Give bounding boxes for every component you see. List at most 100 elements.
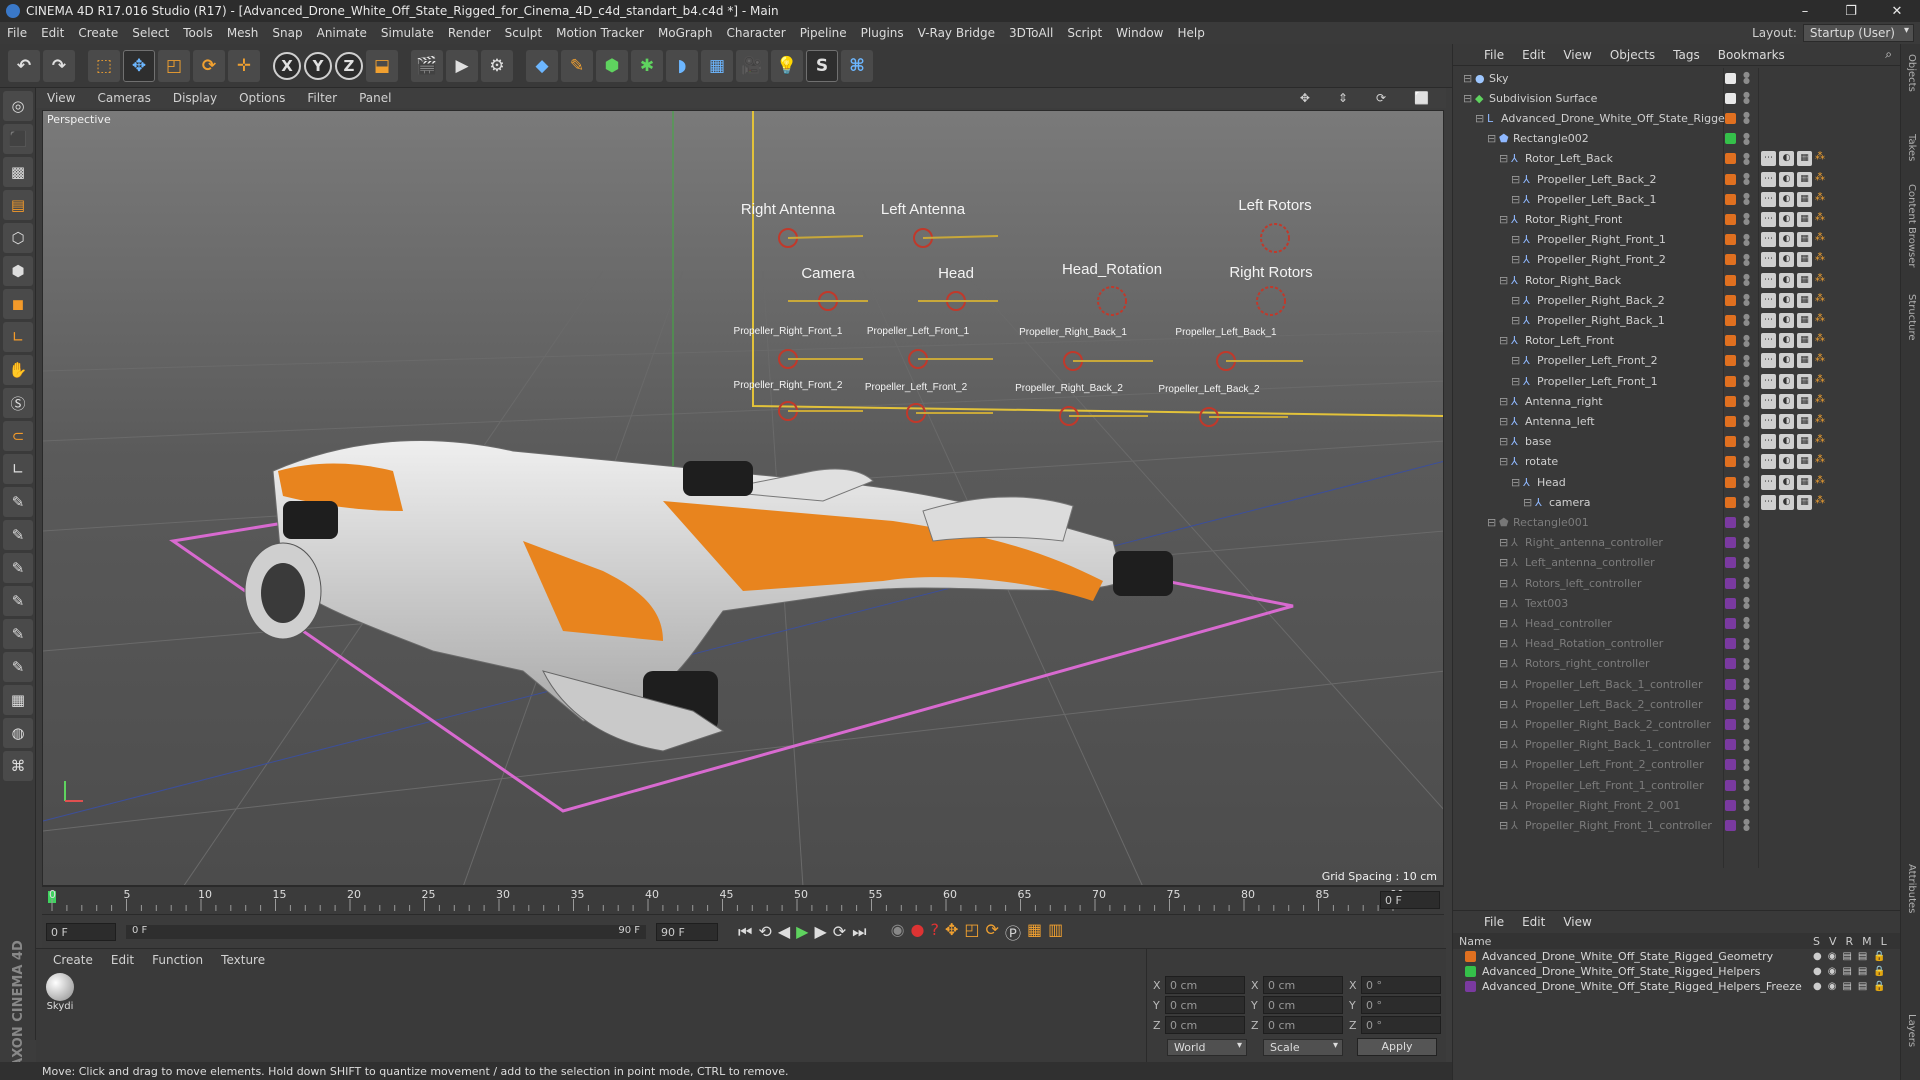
menu-edit[interactable]: Edit	[34, 26, 71, 40]
coord-field[interactable]: 0 °	[1361, 976, 1441, 994]
menu-help[interactable]: Help	[1170, 26, 1211, 40]
x-axis-lock-icon[interactable]: X	[273, 51, 301, 80]
objects-menu-objects[interactable]: Objects	[1601, 48, 1664, 62]
expand-toggle-icon[interactable]: ⊟	[1499, 153, 1510, 164]
end-frame-field[interactable]: 90 F	[656, 922, 718, 941]
visibility-dots-icon[interactable]: ● ●	[1743, 616, 1750, 630]
ik-tag-icon[interactable]: ⁂	[1815, 353, 1825, 368]
layer-row[interactable]: Advanced_Drone_White_Off_State_Rigged_He…	[1453, 979, 1900, 994]
material-menu-create[interactable]: Create	[44, 953, 102, 967]
object-row[interactable]: ⊟ ⅄ Rotor_Right_Front ● ● ⋯ ◐ ▦ ⁂	[1453, 209, 1901, 229]
ik-tag-icon[interactable]: ⁂	[1815, 212, 1825, 227]
object-row[interactable]: ⊟ ⅄ Propeller_Left_Back_2_controller ● ●	[1453, 694, 1901, 714]
material-menu-function[interactable]: Function	[143, 953, 212, 967]
current-frame-field[interactable]: 0 F	[1380, 891, 1440, 909]
menu-3dtoall[interactable]: 3DToAll	[1002, 26, 1060, 40]
ik-tag-icon[interactable]: ⁂	[1815, 454, 1825, 469]
object-row[interactable]: ⊟ ⅄ Rotor_Right_Back ● ● ⋯ ◐ ▦ ⁂	[1453, 270, 1901, 290]
menu-sculpt[interactable]: Sculpt	[498, 26, 549, 40]
constraint-tag-icon[interactable]: ⋯	[1761, 393, 1776, 409]
python-script-icon[interactable]: ⌘	[3, 751, 33, 781]
visibility-dots-icon[interactable]: ● ●	[1743, 91, 1750, 105]
layer-color-swatch[interactable]	[1725, 234, 1736, 246]
coord-field[interactable]: 0 cm	[1263, 996, 1343, 1014]
layer-color-swatch[interactable]	[1725, 72, 1736, 84]
ik-tag-icon[interactable]: ⁂	[1815, 374, 1825, 389]
expand-toggle-icon[interactable]: ⊟	[1511, 254, 1522, 265]
tweak-mode-icon[interactable]: ✋	[3, 355, 33, 385]
live-selection-icon[interactable]: ⬚	[88, 49, 120, 82]
expand-toggle-icon[interactable]: ⊟	[1499, 335, 1510, 346]
next-key-icon[interactable]: ⟳	[833, 922, 846, 942]
record-keys-icon[interactable]: ◉	[891, 920, 905, 944]
object-row[interactable]: ⊟ ⅄ Propeller_Left_Back_1 ● ● ⋯ ◐ ▦ ⁂	[1453, 189, 1901, 209]
key-rotation-icon[interactable]: ⟳	[986, 920, 999, 944]
visibility-dots-icon[interactable]: ● ●	[1743, 111, 1750, 125]
checker-tag-icon[interactable]: ▦	[1797, 373, 1812, 389]
viewport-menu-panel[interactable]: Panel	[348, 91, 402, 105]
checker-tag-icon[interactable]: ▦	[1797, 191, 1812, 207]
layer-color-swatch[interactable]	[1725, 678, 1736, 690]
checker-tag-icon[interactable]: ▦	[1797, 272, 1812, 288]
coord-field[interactable]: 0 cm	[1165, 996, 1245, 1014]
layer-color-swatch[interactable]	[1725, 718, 1736, 730]
constraint-tag-icon[interactable]: ⋯	[1761, 454, 1776, 470]
checker-tag-icon[interactable]: ▦	[1797, 232, 1812, 248]
menu-mesh[interactable]: Mesh	[220, 26, 266, 40]
expand-toggle-icon[interactable]: ⊟	[1499, 416, 1510, 427]
layer-color-swatch[interactable]	[1725, 415, 1736, 427]
viewport-menu-options[interactable]: Options	[228, 91, 296, 105]
layer-color-swatch[interactable]	[1725, 617, 1736, 629]
object-row[interactable]: ⊟ ⅄ Rotor_Left_Back ● ● ⋯ ◐ ▦ ⁂	[1453, 149, 1901, 169]
checker-tag-icon[interactable]: ▦	[1797, 312, 1812, 328]
ik-tag-icon[interactable]: ⁂	[1815, 333, 1825, 348]
layer-color-swatch[interactable]	[1725, 153, 1736, 165]
expand-toggle-icon[interactable]: ⊟	[1499, 719, 1510, 730]
layer-color-swatch[interactable]	[1465, 981, 1476, 992]
visibility-dots-icon[interactable]: ● ●	[1743, 151, 1750, 165]
checker-tag-icon[interactable]: ▦	[1797, 151, 1812, 167]
texture-tag-icon[interactable]: ◐	[1779, 393, 1794, 409]
checker-tag-icon[interactable]: ▦	[1797, 494, 1812, 510]
timeline-window-icon[interactable]: ▥	[1048, 920, 1063, 944]
material-thumbnail[interactable]: Skydi	[42, 973, 78, 1012]
layer-color-swatch[interactable]	[1725, 537, 1736, 549]
light-icon[interactable]: 💡	[771, 49, 803, 82]
object-row[interactable]: ⊟ ⅄ Propeller_Right_Back_2 ● ● ⋯ ◐ ▦ ⁂	[1453, 290, 1901, 310]
texture-tag-icon[interactable]: ◐	[1779, 252, 1794, 268]
polygons-mode-icon[interactable]: ◼	[3, 289, 33, 319]
expand-toggle-icon[interactable]: ⊟	[1499, 780, 1510, 791]
expand-toggle-icon[interactable]: ⊟	[1499, 537, 1510, 548]
layer-flags-icon[interactable]: ●◉▤▤🔒	[1813, 966, 1892, 977]
constraint-tag-icon[interactable]: ⋯	[1761, 353, 1776, 369]
perspective-viewport[interactable]: Perspective Right Antenna Left Antenna Lef…	[42, 110, 1444, 886]
layer-flags-icon[interactable]: ●◉▤▤🔒	[1813, 951, 1892, 962]
expand-toggle-icon[interactable]: ⊟	[1499, 396, 1510, 407]
constraint-tag-icon[interactable]: ⋯	[1761, 272, 1776, 288]
visibility-dots-icon[interactable]: ● ●	[1743, 515, 1750, 529]
texture-tag-icon[interactable]: ◐	[1779, 373, 1794, 389]
objects-menu-tags[interactable]: Tags	[1664, 48, 1709, 62]
menu-file[interactable]: File	[0, 26, 34, 40]
constraint-tag-icon[interactable]: ⋯	[1761, 292, 1776, 308]
menu-snap[interactable]: Snap	[265, 26, 309, 40]
expand-toggle-icon[interactable]: ⊟	[1511, 477, 1522, 488]
checker-tag-icon[interactable]: ▦	[1797, 333, 1812, 349]
constraint-tag-icon[interactable]: ⋯	[1761, 434, 1776, 450]
undo-icon[interactable]: ↶	[8, 49, 40, 82]
visibility-dots-icon[interactable]: ● ●	[1743, 798, 1750, 812]
ik-tag-icon[interactable]: ⁂	[1815, 172, 1825, 187]
constraint-tag-icon[interactable]: ⋯	[1761, 171, 1776, 187]
coord-field[interactable]: 0 cm	[1263, 1016, 1343, 1034]
layer-color-swatch[interactable]	[1725, 254, 1736, 266]
object-row[interactable]: ⊟ ⅄ Rotor_Left_Front ● ● ⋯ ◐ ▦ ⁂	[1453, 331, 1901, 351]
subdivision-surface-icon[interactable]: ⬢	[596, 49, 628, 82]
next-frame-icon[interactable]: ▶	[814, 922, 826, 942]
viewport-zoom-icon[interactable]: ⇕	[1327, 91, 1359, 105]
floor-icon[interactable]: ▦	[701, 49, 733, 82]
sculpt-flatten-icon[interactable]: ✎	[3, 619, 33, 649]
move-tool-icon[interactable]: ✥	[123, 49, 155, 82]
ik-tag-icon[interactable]: ⁂	[1815, 232, 1825, 247]
object-row[interactable]: ⊟ ⅄ Propeller_Left_Front_2 ● ● ⋯ ◐ ▦ ⁂	[1453, 351, 1901, 371]
visibility-dots-icon[interactable]: ● ●	[1743, 778, 1750, 792]
